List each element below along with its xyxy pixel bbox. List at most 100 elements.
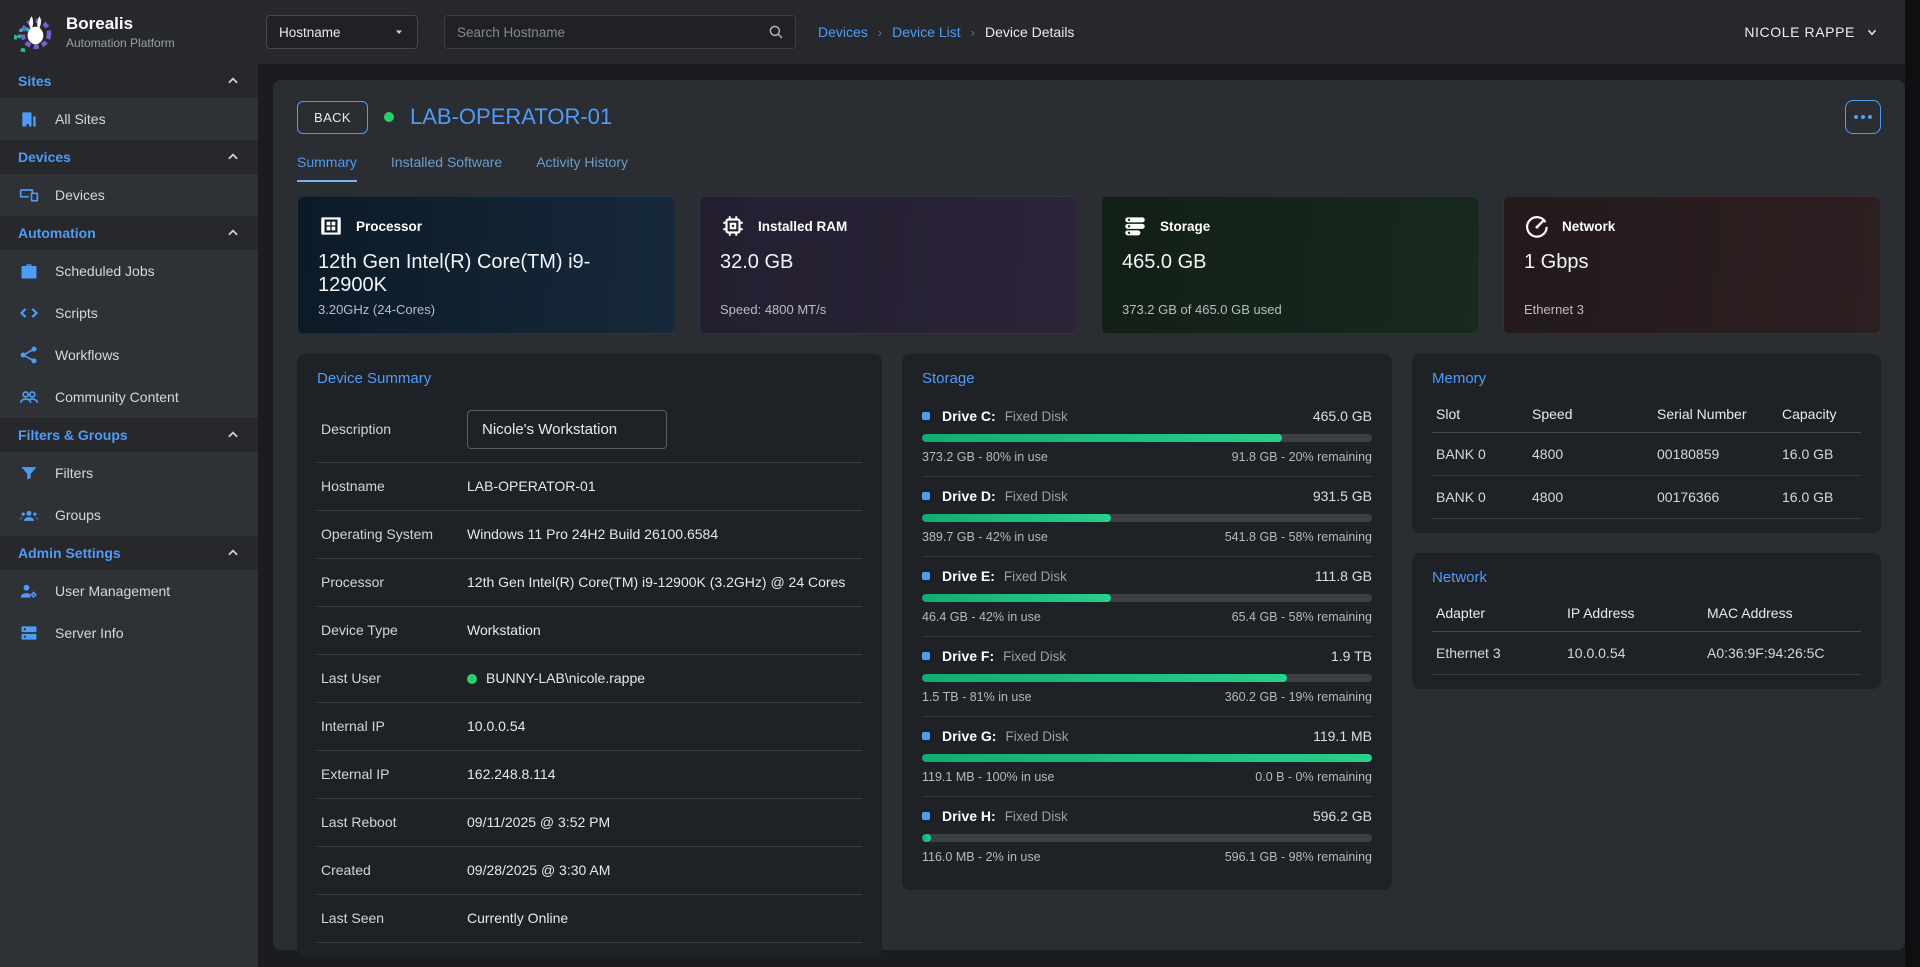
row-label: Last User: [317, 668, 467, 688]
row-value: Currently Online: [467, 908, 568, 929]
row-value: 162.248.8.114: [467, 764, 556, 785]
drive-usage-bar: [922, 674, 1372, 682]
drive-used-text: 119.1 MB - 100% in use: [922, 770, 1054, 784]
drive-bullet-icon: [922, 732, 930, 740]
drive-bullet-icon: [922, 572, 930, 580]
nav-item-label: User Management: [55, 583, 170, 599]
page-title: LAB-OPERATOR-01: [410, 104, 612, 130]
memory-table-header: Slot Speed Serial Number Capacity: [1432, 397, 1861, 433]
panel-title: Device Summary: [317, 370, 862, 387]
more-options-button[interactable]: [1845, 100, 1881, 134]
row-value: 10.0.0.54: [467, 716, 525, 737]
storage-panel: Storage Drive C: Fixed Disk 465.0 GB 373…: [902, 354, 1392, 890]
search-input[interactable]: [457, 25, 767, 40]
drive-remaining-text: 91.8 GB - 20% remaining: [1232, 450, 1372, 464]
nav-item-label: All Sites: [55, 111, 106, 127]
code-icon: [18, 302, 40, 324]
stat-cards-row: Processor 12th Gen Intel(R) Core(TM) i9-…: [297, 196, 1881, 334]
summary-row-processor: Processor 12th Gen Intel(R) Core(TM) i9-…: [317, 559, 862, 607]
row-label: Operating System: [317, 524, 467, 544]
sidebar-item-workflows[interactable]: Workflows: [0, 334, 258, 376]
chevron-up-icon: [226, 428, 240, 442]
stat-card-value: 12th Gen Intel(R) Core(TM) i9-12900K: [318, 251, 654, 297]
breadcrumb-separator: ›: [971, 25, 975, 40]
sidebar-item-user-management[interactable]: User Management: [0, 570, 258, 612]
row-label: Last Seen: [317, 908, 467, 928]
drive-row-h: Drive H: Fixed Disk 596.2 GB 116.0 MB - …: [922, 797, 1372, 876]
drive-size: 931.5 GB: [1313, 488, 1372, 504]
right-column: Memory Slot Speed Serial Number Capacity…: [1412, 354, 1881, 689]
memory-panel: Memory Slot Speed Serial Number Capacity…: [1412, 354, 1881, 533]
brand-logo-area[interactable]: Borealis Automation Platform: [0, 0, 258, 64]
drive-type: Fixed Disk: [1003, 649, 1066, 664]
sidebar: Borealis Automation Platform Sites All S…: [0, 0, 258, 967]
chevron-up-icon: [226, 150, 240, 164]
sidebar-section-filters-groups[interactable]: Filters & Groups: [0, 418, 258, 452]
drive-used-text: 1.5 TB - 81% in use: [922, 690, 1032, 704]
drive-used-text: 389.7 GB - 42% in use: [922, 530, 1048, 544]
chevron-up-icon: [226, 226, 240, 240]
chevron-up-icon: [226, 546, 240, 560]
row-value: Windows 11 Pro 24H2 Build 26100.6584: [467, 524, 718, 545]
stat-card-footer: Ethernet 3: [1524, 302, 1860, 317]
sidebar-section-automation[interactable]: Automation: [0, 216, 258, 250]
user-gear-icon: [18, 580, 40, 602]
description-input[interactable]: [467, 410, 667, 449]
sidebar-item-filters[interactable]: Filters: [0, 452, 258, 494]
section-label: Devices: [18, 149, 71, 165]
drive-used-text: 373.2 GB - 80% in use: [922, 450, 1048, 464]
back-button[interactable]: BACK: [297, 101, 368, 134]
section-label: Admin Settings: [18, 545, 121, 561]
row-label: Internal IP: [317, 716, 467, 736]
memory-table-row: BANK 0 4800 00180859 16.0 GB: [1432, 433, 1861, 476]
user-name: NICOLE RAPPE: [1744, 24, 1855, 40]
filter-funnel-icon: [18, 462, 40, 484]
drive-name: Drive D:: [942, 488, 996, 504]
cell: 16.0 GB: [1782, 489, 1861, 505]
row-label: Last Reboot: [317, 812, 467, 832]
search-icon[interactable]: [767, 23, 785, 41]
drive-size: 111.8 GB: [1315, 568, 1372, 584]
sidebar-item-scheduled-jobs[interactable]: Scheduled Jobs: [0, 250, 258, 292]
tab-summary[interactable]: Summary: [297, 154, 357, 182]
people-icon: [18, 386, 40, 408]
user-menu[interactable]: NICOLE RAPPE: [1744, 24, 1879, 40]
sidebar-section-admin-settings[interactable]: Admin Settings: [0, 536, 258, 570]
drive-usage-bar: [922, 434, 1372, 442]
groups-icon: [18, 504, 40, 526]
sidebar-item-server-info[interactable]: Server Info: [0, 612, 258, 654]
drive-type: Fixed Disk: [1005, 729, 1068, 744]
row-value: LAB-OPERATOR-01: [467, 476, 596, 497]
tab-activity-history[interactable]: Activity History: [536, 154, 628, 182]
briefcase-icon: [18, 260, 40, 282]
detail-tabs: Summary Installed Software Activity Hist…: [297, 154, 1881, 182]
cell: BANK 0: [1432, 446, 1532, 462]
sidebar-section-sites[interactable]: Sites: [0, 64, 258, 98]
app-shell: Borealis Automation Platform Sites All S…: [0, 0, 1905, 967]
sidebar-item-scripts[interactable]: Scripts: [0, 292, 258, 334]
row-value: 12th Gen Intel(R) Core(TM) i9-12900K (3.…: [467, 572, 845, 593]
nav-item-label: Workflows: [55, 347, 119, 363]
sidebar-item-all-sites[interactable]: All Sites: [0, 98, 258, 140]
breadcrumb-device-list[interactable]: Device List: [892, 24, 960, 40]
summary-row-os: Operating System Windows 11 Pro 24H2 Bui…: [317, 511, 862, 559]
row-value: 09/28/2025 @ 3:30 AM: [467, 860, 610, 881]
search-field-select[interactable]: Hostname: [266, 15, 418, 49]
drive-name: Drive E:: [942, 568, 995, 584]
breadcrumb-devices[interactable]: Devices: [818, 24, 868, 40]
tab-installed-software[interactable]: Installed Software: [391, 154, 502, 182]
drive-bullet-icon: [922, 652, 930, 660]
row-label: Description: [317, 419, 467, 439]
sidebar-section-devices[interactable]: Devices: [0, 140, 258, 174]
devices-icon: [18, 184, 40, 206]
row-label: External IP: [317, 764, 467, 784]
storage-stack-icon: [1122, 213, 1148, 239]
sidebar-item-groups[interactable]: Groups: [0, 494, 258, 536]
row-value: BUNNY-LAB\nicole.rappe: [467, 668, 645, 689]
nav-item-label: Filters: [55, 465, 93, 481]
content-area: BACK LAB-OPERATOR-01 Summary Installed S…: [258, 64, 1905, 967]
sidebar-item-devices[interactable]: Devices: [0, 174, 258, 216]
sidebar-item-community-content[interactable]: Community Content: [0, 376, 258, 418]
ram-chip-icon: [720, 213, 746, 239]
cell: 10.0.0.54: [1567, 645, 1707, 661]
